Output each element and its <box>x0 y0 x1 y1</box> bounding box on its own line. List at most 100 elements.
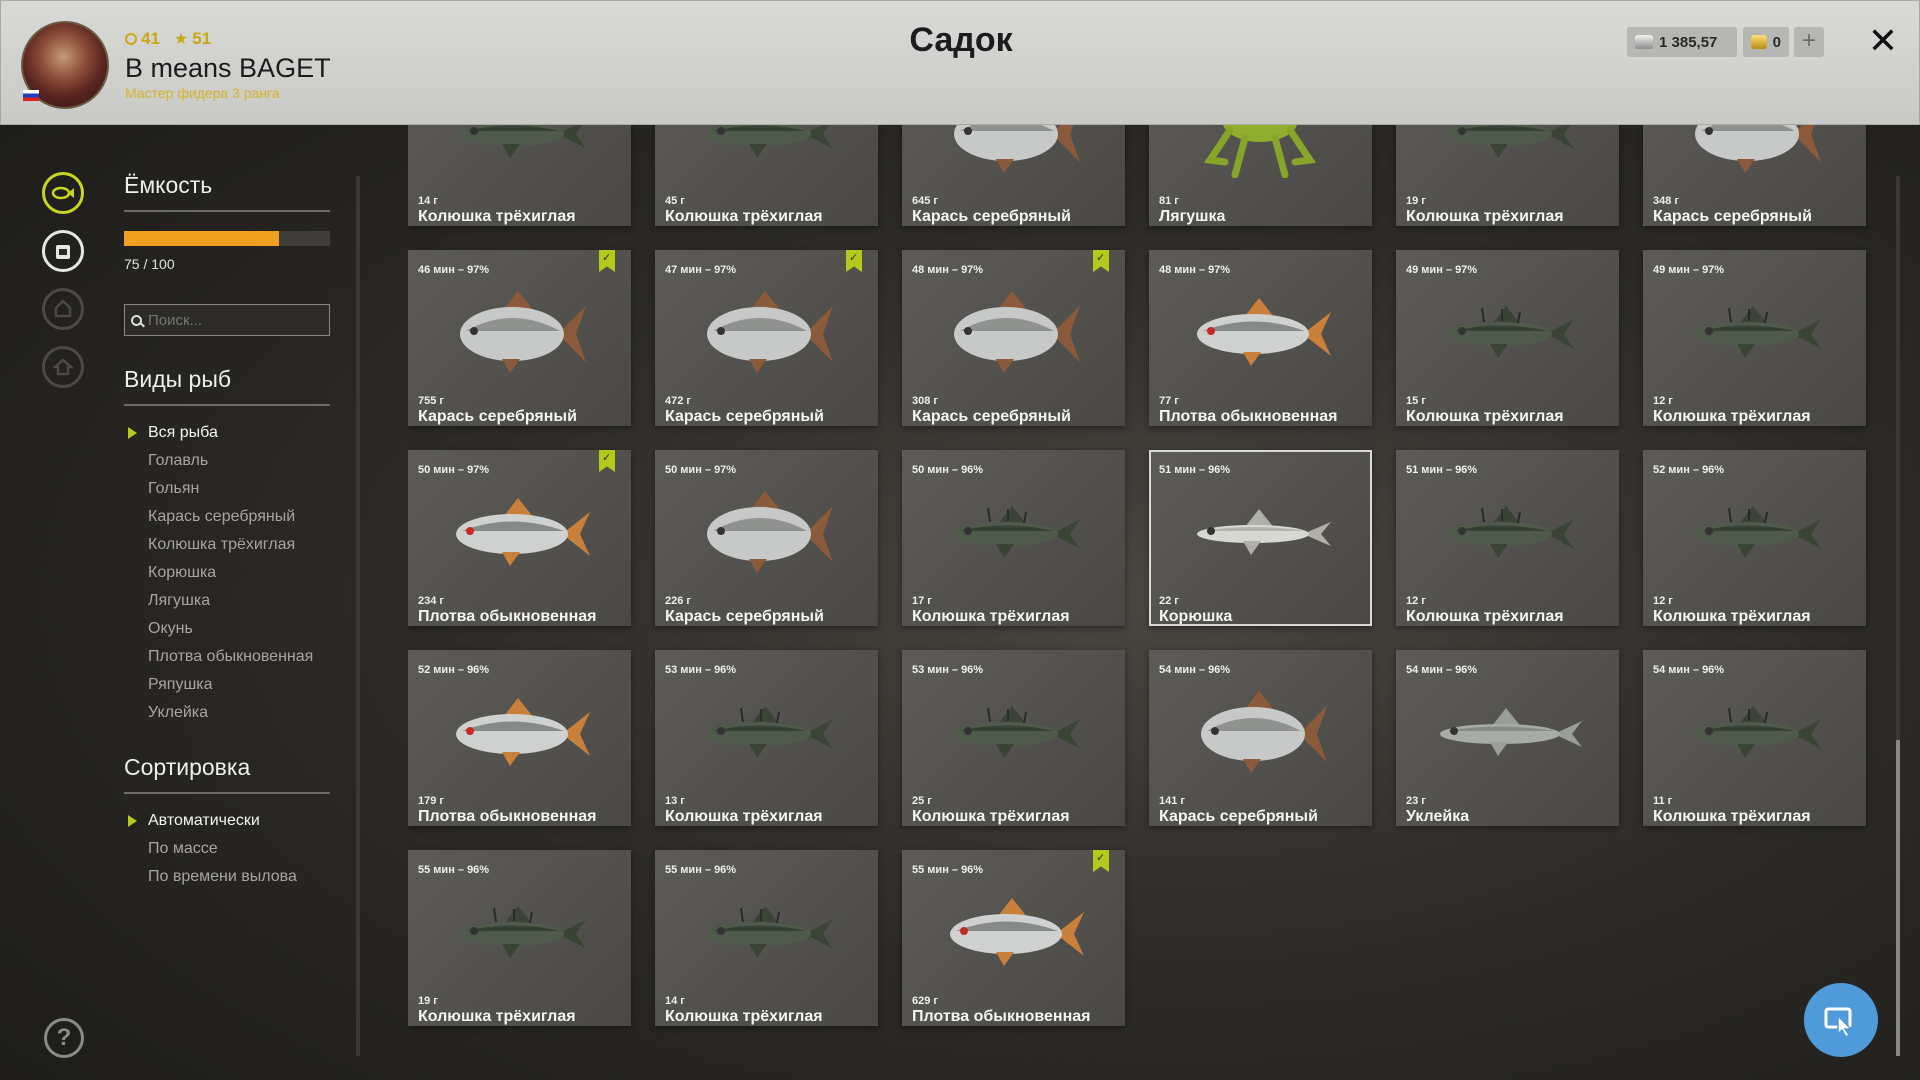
roach-fish-image <box>950 898 1084 966</box>
species-filter-item[interactable]: Голавль <box>148 450 313 478</box>
home-icon[interactable] <box>42 346 84 388</box>
catch-species: Карась серебряный <box>912 208 1071 225</box>
species-filter-item[interactable]: Карась серебряный <box>148 506 313 534</box>
catch-card[interactable]: 54 мин – 96% 23 г Уклейка <box>1396 650 1619 826</box>
cursor-mode-button[interactable] <box>1804 983 1878 1057</box>
species-title: Виды рыб <box>124 366 232 392</box>
catch-time: 53 мин – 96% <box>665 664 737 676</box>
frog-image <box>1203 125 1317 178</box>
catch-species: Карась серебряный <box>418 408 577 425</box>
catch-card[interactable]: 52 мин – 96% 179 г Плотва обыкновенная <box>408 650 631 826</box>
catch-time: 52 мин – 96% <box>1653 464 1725 476</box>
catch-species: Колюшка трёхиглая <box>418 1008 576 1025</box>
catch-card[interactable]: 54 мин – 96% 141 г Карась серебряный <box>1149 650 1372 826</box>
bookmark-icon[interactable] <box>1093 250 1109 272</box>
species-filter-item[interactable]: Ряпушка <box>148 674 313 702</box>
bucket-icon[interactable] <box>42 230 84 272</box>
divider <box>124 404 330 406</box>
catch-card[interactable]: 49 мин – 97% 12 г Колюшка трёхиглая <box>1643 250 1866 426</box>
catch-card[interactable]: 19 г Колюшка трёхиглая <box>1396 125 1619 226</box>
catch-weight: 629 г <box>912 995 938 1007</box>
stickleback-fish-image <box>954 506 1080 558</box>
help-icon[interactable]: ? <box>44 1018 84 1058</box>
catch-species: Колюшка трёхиглая <box>1653 808 1811 825</box>
catch-card[interactable]: 54 мин – 96% 11 г Колюшка трёхиглая <box>1643 650 1866 826</box>
catch-time: 51 мин – 96% <box>1159 464 1231 476</box>
catch-card[interactable]: 50 мин – 96% 17 г Колюшка трёхиглая <box>902 450 1125 626</box>
catch-species: Колюшка трёхиглая <box>1406 208 1564 225</box>
catch-time: 49 мин – 97% <box>1653 264 1725 276</box>
silver-balance[interactable]: 1 385,57 <box>1627 27 1737 57</box>
catch-weight: 19 г <box>418 995 438 1007</box>
add-currency-button[interactable]: + <box>1794 27 1824 57</box>
catch-card[interactable]: 50 мин – 97% 226 г Карась серебряный <box>655 450 878 626</box>
catch-card[interactable]: 55 мин – 96% 19 г Колюшка трёхиглая <box>408 850 631 1026</box>
catch-species: Колюшка трёхиглая <box>418 208 576 225</box>
catch-card[interactable]: 55 мин – 96% 629 гПлотва обыкновенная <box>902 850 1125 1026</box>
search-input[interactable] <box>148 311 318 329</box>
catch-card[interactable]: 51 мин – 96% 22 г Корюшка <box>1149 450 1372 626</box>
catch-species: Колюшка трёхиглая <box>1406 408 1564 425</box>
trophy-icon[interactable] <box>42 288 84 330</box>
catch-card[interactable]: 52 мин – 96% 12 г Колюшка трёхиглая <box>1643 450 1866 626</box>
panel-scrollbar[interactable] <box>356 176 360 1056</box>
bookmark-icon[interactable] <box>1093 850 1109 872</box>
fish-keepnet-icon[interactable] <box>42 172 84 214</box>
catch-species: Карась серебряный <box>665 608 824 625</box>
catch-species: Колюшка трёхиглая <box>1406 608 1564 625</box>
bookmark-icon[interactable] <box>599 250 615 272</box>
stickleback-fish-image <box>1695 706 1821 758</box>
catch-card[interactable]: 50 мин – 97% 234 гПлотва обыкновенная <box>408 450 631 626</box>
catch-card[interactable]: 48 мин – 97% 77 г Плотва обыкновенная <box>1149 250 1372 426</box>
catch-card[interactable]: 81 г Лягушка <box>1149 125 1372 226</box>
catch-weight: 14 г <box>665 995 685 1007</box>
species-filter-item[interactable]: Уклейка <box>148 702 313 730</box>
catch-species: Колюшка трёхиглая <box>1653 408 1811 425</box>
catch-card[interactable]: 45 г Колюшка трёхиглая <box>655 125 878 226</box>
sort-option-item[interactable]: Автоматически <box>128 810 297 838</box>
catch-card[interactable]: 48 мин – 97% 308 гКарась серебряный <box>902 250 1125 426</box>
capacity-title: Ёмкость <box>124 172 213 198</box>
stickleback-fish-image <box>1448 125 1574 158</box>
bookmark-icon[interactable] <box>846 250 862 272</box>
search-field[interactable] <box>124 304 330 336</box>
carp-fish-image <box>1695 125 1821 173</box>
carp-fish-image <box>1201 691 1327 773</box>
species-filter-item[interactable]: Плотва обыкновенная <box>148 646 313 674</box>
level-stat: 41 <box>125 29 160 49</box>
sorting-title: Сортировка <box>124 754 251 780</box>
catch-weight: 25 г <box>912 795 932 807</box>
sort-option-item[interactable]: По времени вылова <box>148 866 297 894</box>
grid-scrollbar-thumb[interactable] <box>1896 740 1900 1056</box>
avatar[interactable] <box>21 21 109 109</box>
gold-balance[interactable]: 0 <box>1743 27 1789 57</box>
catch-weight: 13 г <box>665 795 685 807</box>
catch-card[interactable]: 49 мин – 97% 15 г Колюшка трёхиглая <box>1396 250 1619 426</box>
catch-card[interactable]: 51 мин – 96% 12 г Колюшка трёхиглая <box>1396 450 1619 626</box>
catch-grid-viewport: 14 г Колюшка трёхиглая 45 г Колюшка трёхигл… <box>408 125 1876 1080</box>
species-filter-item[interactable]: Вся рыба <box>127 422 313 450</box>
stickleback-fish-image <box>707 125 833 158</box>
catch-card[interactable]: 47 мин – 97% 472 гКарась серебряный <box>655 250 878 426</box>
species-filter-item[interactable]: Гольян <box>148 478 313 506</box>
level-value: 41 <box>141 29 160 48</box>
catch-weight: 19 г <box>1406 195 1426 207</box>
catch-card[interactable]: 645 г Карась серебряный <box>902 125 1125 226</box>
species-filter-item[interactable]: Окунь <box>148 618 313 646</box>
close-button[interactable]: ✕ <box>1863 19 1903 63</box>
species-filter-item[interactable]: Колюшка трёхиглая <box>148 534 313 562</box>
bookmark-icon[interactable] <box>599 450 615 472</box>
cursor-icon <box>1824 1007 1853 1039</box>
sort-option-item[interactable]: По массе <box>148 838 297 866</box>
catch-card[interactable]: 53 мин – 96% 13 г Колюшка трёхиглая <box>655 650 878 826</box>
catch-card[interactable]: 348 г Карась серебряный <box>1643 125 1866 226</box>
species-filter-item[interactable]: Корюшка <box>148 562 313 590</box>
catch-weight: 755 г <box>418 395 444 407</box>
carp-fish-image <box>954 125 1080 173</box>
catch-card[interactable]: 55 мин – 96% 14 г Колюшка трёхиглая <box>655 850 878 1026</box>
catch-card[interactable]: 14 г Колюшка трёхиглая <box>408 125 631 226</box>
species-filter-item[interactable]: Лягушка <box>148 590 313 618</box>
catch-weight: 141 г <box>1159 795 1185 807</box>
catch-card[interactable]: 53 мин – 96% 25 г Колюшка трёхиглая <box>902 650 1125 826</box>
catch-card[interactable]: 46 мин – 97% 755 гКарась серебряный <box>408 250 631 426</box>
